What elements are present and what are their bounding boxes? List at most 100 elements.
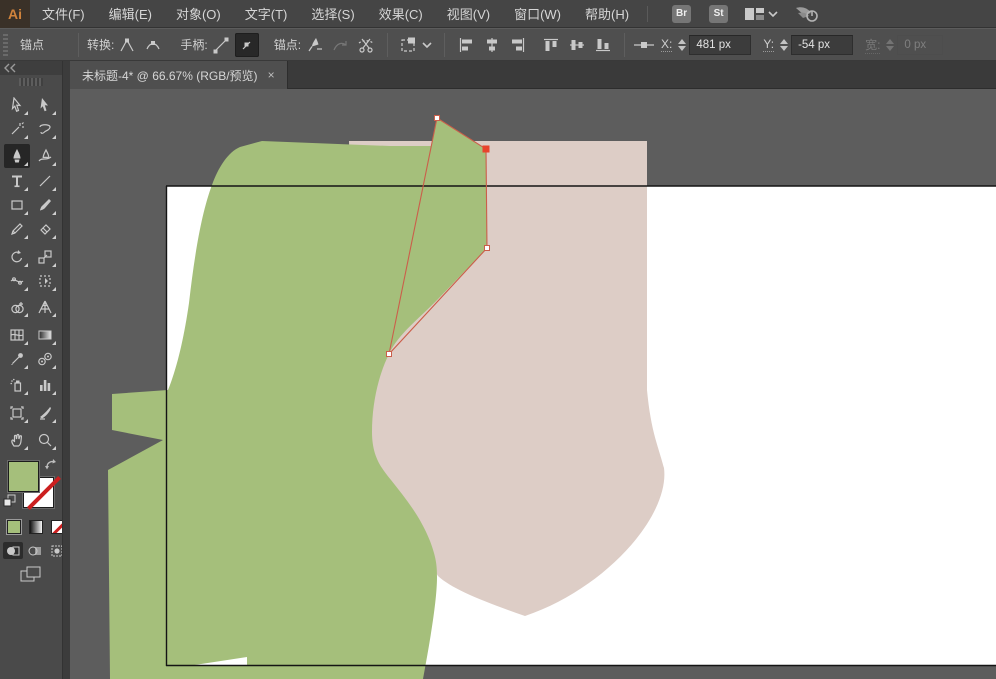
align-left-button[interactable] bbox=[454, 33, 478, 57]
free-transform-tool[interactable] bbox=[32, 269, 58, 293]
isolate-object-button[interactable] bbox=[397, 33, 435, 57]
pencil-tool[interactable] bbox=[4, 217, 30, 241]
align-center-h-button[interactable] bbox=[480, 33, 504, 57]
menu-type[interactable]: 文字(T) bbox=[233, 0, 300, 28]
menu-bar: Ai 文件(F) 编辑(E) 对象(O) 文字(T) 选择(S) 效果(C) 视… bbox=[0, 0, 996, 28]
width-label: 宽: bbox=[865, 36, 880, 54]
anchor-point-icon bbox=[633, 36, 655, 54]
menu-view[interactable]: 视图(V) bbox=[435, 0, 502, 28]
blend-tool[interactable] bbox=[32, 347, 58, 371]
workspace-switcher-button[interactable] bbox=[744, 6, 778, 22]
panel-gripper[interactable] bbox=[19, 78, 43, 86]
swap-fill-stroke-icon[interactable] bbox=[44, 457, 58, 476]
tab-close-icon[interactable]: × bbox=[268, 68, 275, 82]
illustrator-logo[interactable]: Ai bbox=[0, 0, 30, 28]
gradient-mode-button[interactable] bbox=[29, 520, 43, 534]
color-mode-button[interactable] bbox=[7, 520, 21, 534]
type-tool[interactable] bbox=[4, 169, 30, 193]
divider bbox=[387, 33, 388, 57]
y-input[interactable] bbox=[791, 35, 853, 55]
anchor-point[interactable] bbox=[435, 116, 440, 121]
zoom-tool[interactable] bbox=[32, 428, 58, 452]
anchor-point-selected[interactable] bbox=[483, 146, 490, 153]
menu-effect[interactable]: 效果(C) bbox=[367, 0, 435, 28]
anchor-point[interactable] bbox=[387, 352, 392, 357]
document-tab-title: 未标题-4* @ 66.67% (RGB/预览) bbox=[82, 67, 258, 84]
align-top-icon bbox=[542, 36, 560, 54]
gradient-tool[interactable] bbox=[32, 323, 58, 347]
y-label[interactable]: Y: bbox=[763, 37, 774, 52]
control-bar-grip[interactable] bbox=[3, 34, 8, 56]
anchor-point[interactable] bbox=[485, 246, 490, 251]
menu-help[interactable]: 帮助(H) bbox=[573, 0, 641, 28]
tools-panel-header[interactable] bbox=[0, 61, 62, 75]
show-handles-button[interactable] bbox=[209, 33, 233, 57]
convert-to-smooth-button[interactable] bbox=[141, 33, 165, 57]
y-stepper[interactable] bbox=[778, 35, 789, 55]
draw-behind-button[interactable] bbox=[25, 542, 45, 559]
show-handles-icon bbox=[212, 36, 230, 54]
gpu-performance-icon bbox=[794, 4, 820, 24]
convert-to-corner-button[interactable] bbox=[115, 33, 139, 57]
align-middle-v-button[interactable] bbox=[565, 33, 589, 57]
cut-path-button[interactable] bbox=[354, 33, 378, 57]
document-tab[interactable]: 未标题-4* @ 66.67% (RGB/预览) × bbox=[70, 61, 288, 89]
divider bbox=[624, 33, 625, 57]
convert-corner-icon bbox=[118, 36, 136, 54]
document-canvas[interactable] bbox=[70, 89, 996, 679]
panel-gutter bbox=[62, 61, 70, 679]
selection-tool[interactable] bbox=[4, 93, 30, 117]
lasso-tool[interactable] bbox=[32, 117, 58, 141]
magic-wand-tool[interactable] bbox=[4, 117, 30, 141]
menu-object[interactable]: 对象(O) bbox=[164, 0, 233, 28]
stock-button[interactable]: St bbox=[709, 5, 728, 23]
paintbrush-tool[interactable] bbox=[32, 193, 58, 217]
gpu-performance-button[interactable] bbox=[794, 4, 820, 24]
draw-normal-button[interactable] bbox=[3, 542, 23, 559]
eyedropper-tool[interactable] bbox=[4, 347, 30, 371]
align-top-button[interactable] bbox=[539, 33, 563, 57]
menu-edit[interactable]: 编辑(E) bbox=[97, 0, 164, 28]
column-graph-tool[interactable] bbox=[32, 373, 58, 397]
scale-tool[interactable] bbox=[32, 245, 58, 269]
pen-tool[interactable] bbox=[4, 144, 30, 168]
control-bar: 锚点 转换: 手柄: bbox=[0, 28, 996, 61]
symbol-sprayer-tool[interactable] bbox=[4, 373, 30, 397]
line-segment-tool[interactable] bbox=[32, 169, 58, 193]
x-label[interactable]: X: bbox=[661, 37, 672, 52]
align-bottom-button[interactable] bbox=[591, 33, 615, 57]
menu-file[interactable]: 文件(F) bbox=[30, 0, 97, 28]
rotate-tool[interactable] bbox=[4, 245, 30, 269]
hide-handles-icon bbox=[238, 36, 256, 54]
hide-handles-button[interactable] bbox=[235, 33, 259, 57]
connect-endpoints-icon bbox=[331, 36, 349, 54]
width-tool[interactable] bbox=[4, 269, 30, 293]
bridge-button[interactable]: Br bbox=[672, 5, 691, 23]
default-fill-stroke-icon[interactable] bbox=[3, 494, 16, 512]
eraser-tool[interactable] bbox=[32, 217, 58, 241]
hand-tool[interactable] bbox=[4, 428, 30, 452]
align-right-button[interactable] bbox=[506, 33, 530, 57]
align-center-h-icon bbox=[483, 36, 501, 54]
isolate-object-icon bbox=[399, 36, 433, 54]
menu-select[interactable]: 选择(S) bbox=[299, 0, 366, 28]
menu-window[interactable]: 窗口(W) bbox=[502, 0, 573, 28]
shape-builder-tool[interactable] bbox=[4, 295, 30, 319]
mesh-tool[interactable] bbox=[4, 323, 30, 347]
screen-mode-button[interactable] bbox=[19, 565, 43, 590]
connect-endpoints-button[interactable] bbox=[328, 33, 352, 57]
remove-anchor-button[interactable] bbox=[302, 33, 326, 57]
rectangle-tool[interactable] bbox=[4, 193, 30, 217]
artboard-tool[interactable] bbox=[4, 401, 30, 425]
direct-selection-tool[interactable] bbox=[32, 93, 58, 117]
x-stepper[interactable] bbox=[676, 35, 687, 55]
x-input[interactable] bbox=[689, 35, 751, 55]
perspective-grid-tool[interactable] bbox=[32, 295, 58, 319]
document-tab-bar: 未标题-4* @ 66.67% (RGB/预览) × bbox=[70, 61, 996, 89]
tools-panel bbox=[0, 61, 62, 679]
fill-swatch[interactable] bbox=[8, 461, 39, 492]
align-bottom-icon bbox=[594, 36, 612, 54]
curvature-tool[interactable] bbox=[32, 144, 58, 168]
align-right-icon bbox=[509, 36, 527, 54]
slice-tool[interactable] bbox=[32, 401, 58, 425]
